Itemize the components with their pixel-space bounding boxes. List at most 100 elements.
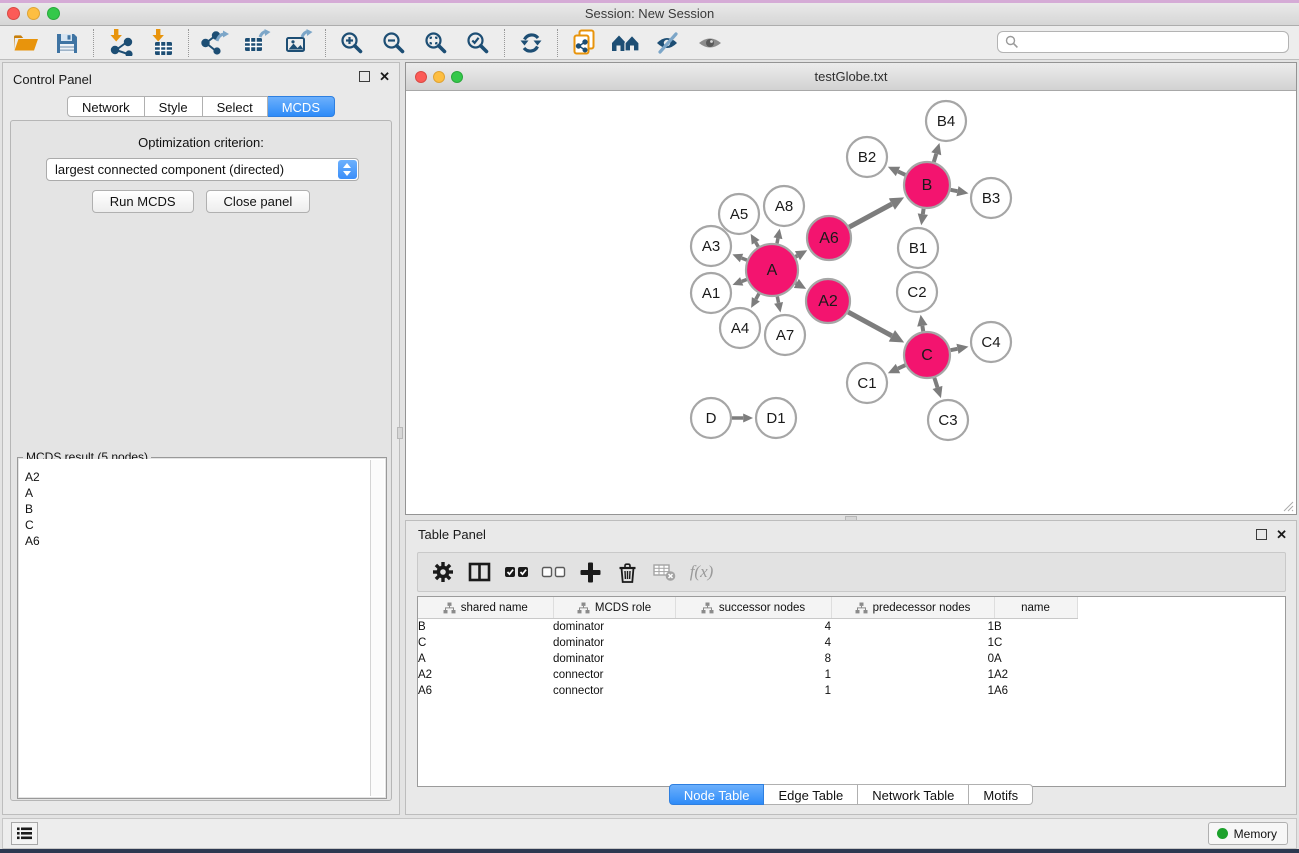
list-scrollbar[interactable] [370,460,384,796]
run-mcds-button[interactable]: Run MCDS [92,190,194,213]
list-item[interactable]: A2 [25,469,385,485]
cell-name[interactable]: A6 [994,683,1077,699]
optimization-criterion-label: Optimization criterion: [11,135,391,150]
cell-shared-name[interactable]: A2 [418,667,553,683]
column-header-successor-nodes[interactable]: successor nodes [675,597,831,619]
cell-mcds-role[interactable]: dominator [553,651,675,667]
hide-selected-button[interactable] [647,28,689,58]
cell-predecessor-nodes[interactable]: 0 [831,651,994,667]
list-item[interactable]: A6 [25,533,385,549]
cell-shared-name[interactable]: B [418,619,553,636]
cell-name[interactable]: C [994,635,1077,651]
memory-button[interactable]: Memory [1208,822,1288,845]
create-column-button[interactable] [572,557,609,587]
zoom-selected-button[interactable] [457,28,499,58]
cell-mcds-role[interactable]: dominator [553,619,675,636]
close-panel-icon[interactable]: ✕ [1276,529,1287,540]
function-builder-button[interactable]: f(x) [683,557,720,587]
cell-mcds-role[interactable]: dominator [553,635,675,651]
svg-text:C: C [921,347,933,364]
tab-mcds[interactable]: MCDS [268,96,335,117]
network-window-titlebar[interactable]: testGlobe.txt [406,63,1296,91]
task-history-button[interactable] [11,822,38,845]
import-network-button[interactable] [99,28,141,58]
refresh-button[interactable] [510,28,552,58]
first-neighbors-button[interactable] [605,28,647,58]
cell-shared-name[interactable]: C [418,635,553,651]
criterion-selected-value: largest connected component (directed) [47,159,358,180]
column-header-mcds-role[interactable]: MCDS role [553,597,675,619]
tab-style[interactable]: Style [145,96,203,117]
tab-network-table[interactable]: Network Table [858,784,969,805]
svg-text:A3: A3 [702,238,720,255]
titlebar[interactable]: Session: New Session [0,0,1299,26]
cell-mcds-role[interactable]: connector [553,683,675,699]
zoom-out-button[interactable] [373,28,415,58]
list-item[interactable]: A [25,485,385,501]
shared-attribute-icon [701,602,714,614]
cell-shared-name[interactable]: A [418,651,553,667]
cell-predecessor-nodes[interactable]: 1 [831,619,994,636]
table-options-button[interactable] [424,557,461,587]
cell-successor-nodes[interactable]: 1 [675,667,831,683]
vertical-splitter-handle[interactable] [397,427,403,439]
cell-successor-nodes[interactable]: 8 [675,651,831,667]
tab-select[interactable]: Select [203,96,268,117]
cell-name[interactable]: A2 [994,667,1077,683]
float-panel-icon[interactable] [1256,529,1267,540]
network-graph[interactable]: AA1A2A3A4A5A6A7A8BB1B2B3B4CC1C2C3C4DD1 [406,90,1296,514]
export-network-button[interactable] [194,28,236,58]
cell-successor-nodes[interactable]: 4 [675,619,831,636]
cell-predecessor-nodes[interactable]: 1 [831,667,994,683]
resize-grip-icon[interactable] [1280,498,1295,513]
delete-table-button[interactable] [646,557,683,587]
deselect-all-button[interactable] [535,557,572,587]
double-house-icon [611,31,641,55]
export-image-button[interactable] [278,28,320,58]
eye-icon [697,31,723,55]
tab-network[interactable]: Network [67,96,145,117]
list-item[interactable]: B [25,501,385,517]
clone-network-button[interactable] [563,28,605,58]
close-panel-button[interactable]: Close panel [206,190,311,213]
zoom-in-button[interactable] [331,28,373,58]
close-panel-icon[interactable]: ✕ [379,71,390,82]
show-columns-button[interactable] [461,557,498,587]
column-header-predecessor-nodes[interactable]: predecessor nodes [831,597,994,619]
cell-predecessor-nodes[interactable]: 1 [831,683,994,699]
search-icon [1005,35,1019,49]
list-item[interactable]: C [25,517,385,533]
svg-text:A6: A6 [819,230,839,247]
tab-node-table[interactable]: Node Table [669,784,765,805]
table-row[interactable]: A2 connector 1 1 A2 [418,667,1285,683]
status-bar: Memory [2,818,1297,849]
cell-successor-nodes[interactable]: 4 [675,635,831,651]
cell-name[interactable]: A [994,651,1077,667]
table-row[interactable]: A6 connector 1 1 A6 [418,683,1285,699]
float-panel-icon[interactable] [359,71,370,82]
table-row[interactable]: A dominator 8 0 A [418,651,1285,667]
mcds-result-list[interactable]: A2 A B C A6 [19,459,385,797]
show-all-button[interactable] [689,28,731,58]
table-row[interactable]: B dominator 4 1 B [418,619,1285,636]
cell-mcds-role[interactable]: connector [553,667,675,683]
zoom-fit-button[interactable] [415,28,457,58]
export-table-button[interactable] [236,28,278,58]
open-session-button[interactable] [4,28,46,58]
delete-column-button[interactable] [609,557,646,587]
cell-shared-name[interactable]: A6 [418,683,553,699]
tab-edge-table[interactable]: Edge Table [764,784,858,805]
criterion-select[interactable]: largest connected component (directed) [46,158,359,181]
cell-predecessor-nodes[interactable]: 1 [831,635,994,651]
column-header-name[interactable]: name [994,597,1077,619]
column-header-shared-name[interactable]: shared name [418,597,553,619]
save-session-button[interactable] [46,28,88,58]
mcds-result-group: MCDS result (5 nodes) A2 A B C A6 [17,457,387,799]
select-all-button[interactable] [498,557,535,587]
cell-successor-nodes[interactable]: 1 [675,683,831,699]
import-table-button[interactable] [141,28,183,58]
cell-name[interactable]: B [994,619,1077,636]
table-row[interactable]: C dominator 4 1 C [418,635,1285,651]
tab-motifs[interactable]: Motifs [969,784,1033,805]
search-input[interactable] [1023,33,1288,51]
